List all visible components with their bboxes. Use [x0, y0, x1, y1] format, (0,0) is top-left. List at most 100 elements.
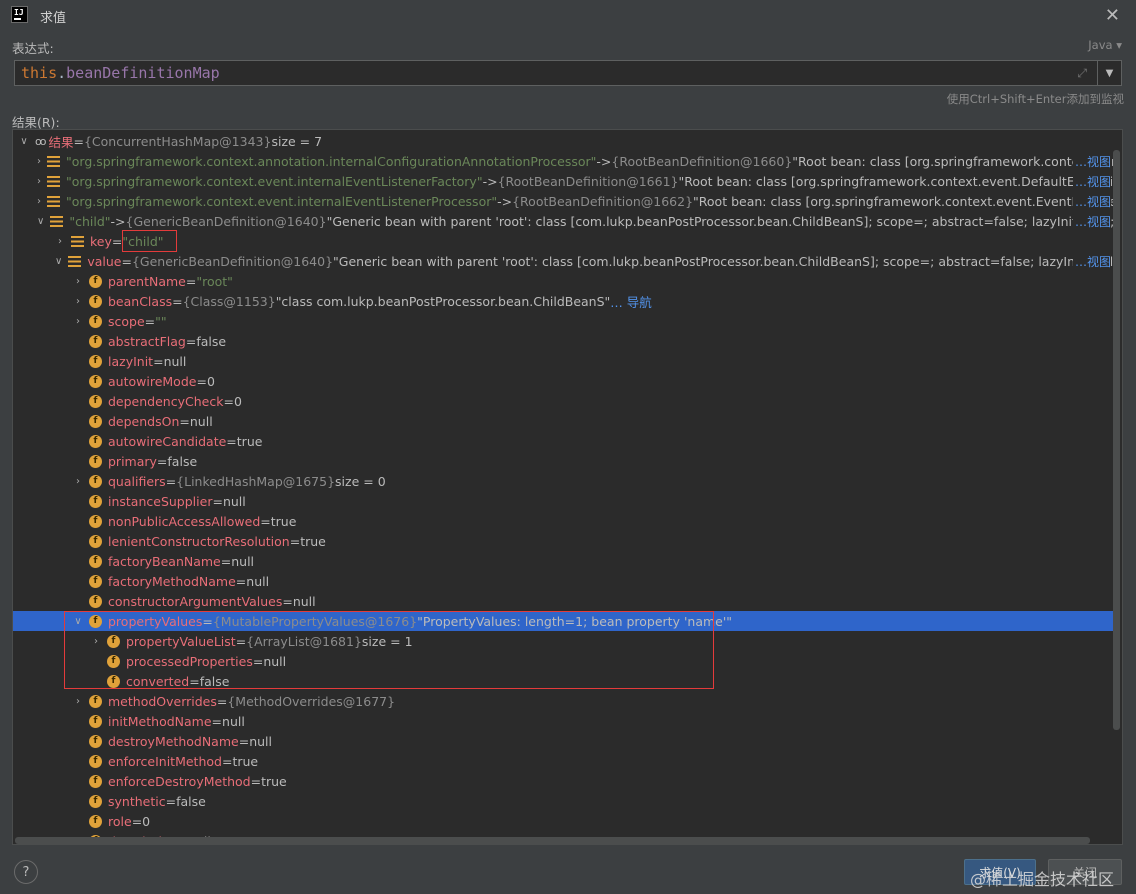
node-name: autowireCandidate [108, 433, 227, 449]
field-row-nonPublicAccessAllowed[interactable]: f nonPublicAccessAllowed = true [13, 511, 1113, 531]
field-row-initMethodName[interactable]: f initMethodName = null [13, 711, 1113, 731]
chevron-right-icon[interactable]: › [37, 196, 41, 207]
field-row-qualifiers[interactable]: › f qualifiers = {LinkedHashMap@1675} size… [13, 471, 1113, 491]
expression-label: 表达式: [12, 41, 54, 56]
field-row-autowireCandidate[interactable]: f autowireCandidate = true [13, 431, 1113, 451]
chevron-right-icon[interactable]: › [37, 156, 41, 167]
field-row-factoryMethodName[interactable]: f factoryMethodName = null [13, 571, 1113, 591]
chevron-right-icon[interactable]: › [73, 296, 83, 307]
node-name: initMethodName [108, 713, 212, 729]
field-row-constructorArgumentValues[interactable]: f constructorArgumentValues = null [13, 591, 1113, 611]
node-name: "org.springframework.context.event.inter… [66, 173, 483, 189]
chevron-right-icon[interactable]: › [55, 236, 65, 247]
map-entry-row[interactable]: › "org.springframework.context.annotation… [13, 151, 1113, 171]
chevron-right-icon[interactable]: › [73, 316, 83, 327]
tree-row-key[interactable]: › key = "child" [13, 231, 1113, 251]
node-name: 结果 [48, 134, 74, 150]
chevron-down-icon[interactable]: ∨ [19, 136, 29, 147]
node-value: size = 0 [335, 473, 386, 489]
close-icon[interactable]: ✕ [1105, 5, 1120, 26]
field-row-autowireMode[interactable]: f autowireMode = 0 [13, 371, 1113, 391]
field-icon: f [89, 614, 102, 628]
field-row-propertyValueList[interactable]: › f propertyValueList = {ArrayList@1681} s… [13, 631, 1113, 651]
expand-editor-icon[interactable]: ⤢ [1077, 66, 1087, 81]
field-row-instanceSupplier[interactable]: f instanceSupplier = null [13, 491, 1113, 511]
field-row-abstractFlag[interactable]: f abstractFlag = false [13, 331, 1113, 351]
view-more-link[interactable]: …视图 [1072, 192, 1111, 210]
view-more-link[interactable]: …视图 [1072, 172, 1111, 190]
navigate-link[interactable]: … 导航 [610, 292, 651, 311]
expression-input[interactable]: this.beanDefinitionMap ⤢ [14, 60, 1098, 86]
node-name: role [108, 813, 132, 829]
chevron-down-icon[interactable]: ∨ [37, 216, 44, 227]
field-row-scope[interactable]: › f scope = "" [13, 311, 1113, 331]
node-operator: = [144, 313, 156, 329]
field-icon: f [89, 394, 102, 408]
node-name: primary [108, 453, 157, 469]
map-entry-row[interactable]: › "org.springframework.context.event.inte… [13, 171, 1113, 191]
field-row-enforceInitMethod[interactable]: f enforceInitMethod = true [13, 751, 1113, 771]
node-operator: = [260, 513, 271, 529]
node-operator: = [111, 233, 123, 249]
chevron-right-icon[interactable]: › [37, 176, 41, 187]
chevron-down-icon[interactable]: ∨ [55, 256, 62, 267]
node-name: enforceInitMethod [108, 753, 222, 769]
field-row-lenientConstructorResolution[interactable]: f lenientConstructorResolution = true [13, 531, 1113, 551]
node-name: lenientConstructorResolution [108, 533, 290, 549]
node-value: size = 7 [271, 133, 323, 149]
field-row-converted[interactable]: f converted = false [13, 671, 1113, 691]
field-row-methodOverrides[interactable]: › f methodOverrides = {MethodOverrides@167… [13, 691, 1113, 711]
node-operator: = [282, 593, 293, 609]
field-row-synthetic[interactable]: f synthetic = false [13, 791, 1113, 811]
field-row-enforceDestroyMethod[interactable]: f enforceDestroyMethod = true [13, 771, 1113, 791]
node-name: factoryMethodName [108, 573, 236, 589]
field-row-role[interactable]: f role = 0 [13, 811, 1113, 831]
map-entry-icon [50, 215, 64, 227]
node-value: true [270, 513, 297, 529]
field-icon: f [89, 414, 102, 428]
field-icon: f [107, 654, 120, 668]
field-row-destroyMethodName[interactable]: f destroyMethodName = null [13, 731, 1113, 751]
field-row-primary[interactable]: f primary = false [13, 451, 1113, 471]
tree-row-value[interactable]: ∨ value = {GenericBeanDefinition@1640} "G… [13, 251, 1113, 271]
field-icon: f [89, 294, 102, 308]
watch-glasses-icon: oo [35, 134, 47, 148]
node-value: null [222, 493, 246, 509]
node-value: "Root bean: class [org.springframework.c… [693, 193, 1113, 209]
node-value: "PropertyValues: length=1; bean property… [417, 613, 733, 629]
history-dropdown-button[interactable]: ▼ [1098, 60, 1122, 86]
tree-row-root[interactable]: ∨ oo 结果 = {ConcurrentHashMap@1343} size = … [13, 131, 1113, 151]
node-value: true [232, 753, 259, 769]
field-icon: f [89, 734, 102, 748]
field-row-beanClass[interactable]: › f beanClass = {Class@1153} "class com.lu… [13, 291, 1113, 311]
view-more-link[interactable]: …视图 [1072, 152, 1111, 170]
field-row-parentName[interactable]: › f parentName = "root" [13, 271, 1113, 291]
vertical-scrollbar[interactable] [1113, 150, 1120, 730]
map-entry-row[interactable]: › "org.springframework.context.event.inte… [13, 191, 1113, 211]
view-more-link[interactable]: …视图 [1072, 252, 1111, 270]
node-operator: = [121, 253, 132, 269]
field-row-dependencyCheck[interactable]: f dependencyCheck = 0 [13, 391, 1113, 411]
field-row-dependsOn[interactable]: f dependsOn = null [13, 411, 1113, 431]
help-button[interactable]: ? [14, 860, 38, 884]
chevron-right-icon[interactable]: › [91, 636, 101, 647]
result-tree[interactable]: ∨ oo 结果 = {ConcurrentHashMap@1343} size = … [12, 129, 1123, 845]
chevron-right-icon[interactable]: › [73, 276, 83, 287]
field-row-propertyValues[interactable]: ∨ f propertyValues = {MutablePropertyValue… [13, 611, 1113, 631]
node-operator: -> [482, 173, 498, 189]
field-row-processedProperties[interactable]: f processedProperties = null [13, 651, 1113, 671]
horizontal-scrollbar[interactable] [15, 837, 1090, 844]
node-name: abstractFlag [108, 333, 186, 349]
node-operator: = [289, 533, 301, 549]
chevron-right-icon[interactable]: › [73, 476, 83, 487]
chevron-right-icon[interactable]: › [73, 696, 83, 707]
node-value: 0 [233, 393, 242, 409]
view-more-link[interactable]: …视图 [1072, 212, 1111, 230]
field-row-lazyInit[interactable]: f lazyInit = null [13, 351, 1113, 371]
map-entry-row[interactable]: ∨ "child" -> {GenericBeanDefinition@1640}… [13, 211, 1113, 231]
language-selector[interactable]: Java ▾ [1088, 38, 1122, 52]
node-operator: -> [110, 213, 126, 229]
chevron-down-icon[interactable]: ∨ [73, 616, 83, 627]
field-icon: f [89, 274, 102, 288]
field-row-factoryBeanName[interactable]: f factoryBeanName = null [13, 551, 1113, 571]
